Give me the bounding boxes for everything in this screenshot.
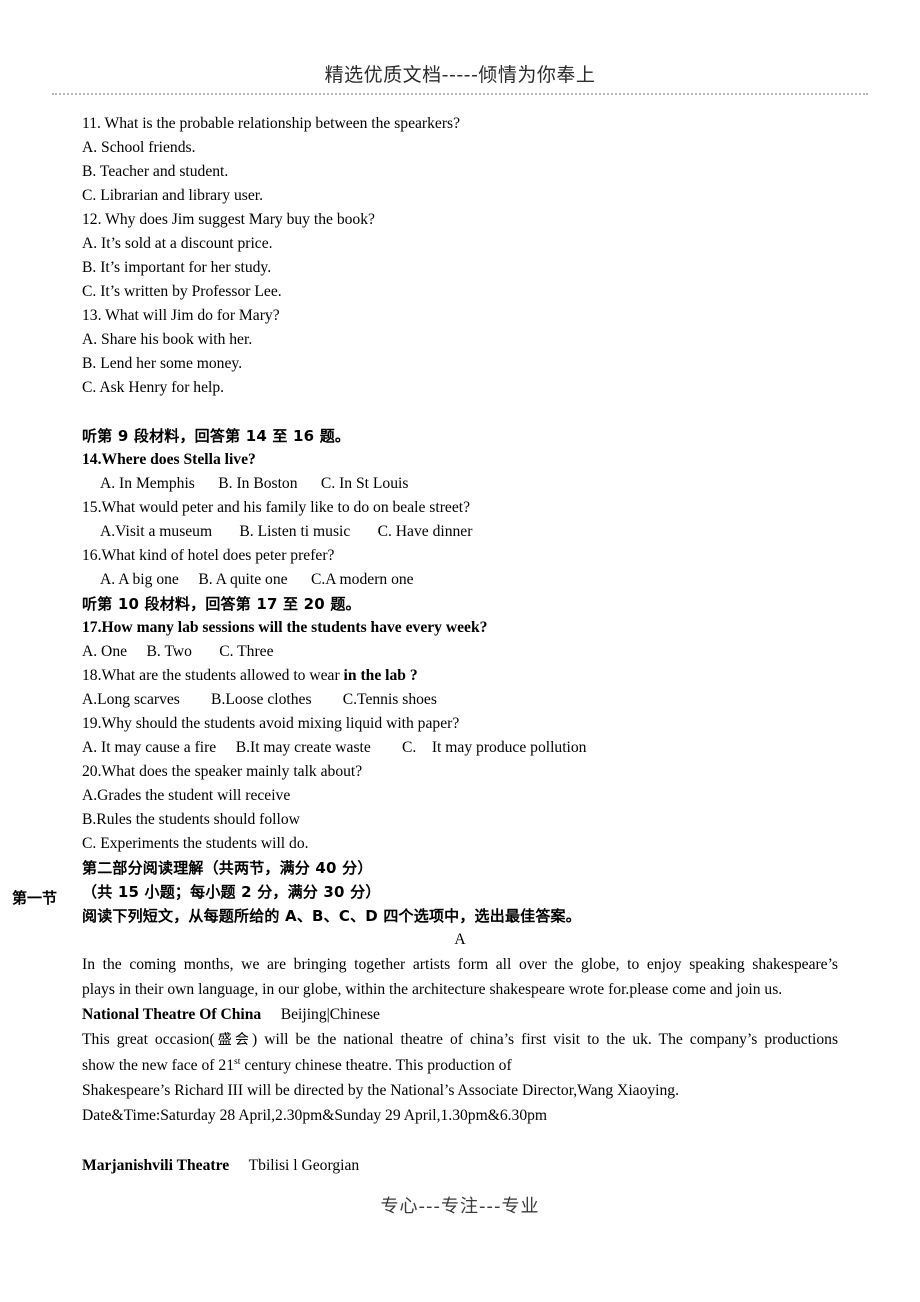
question-14-options: A. In Memphis B. In Boston C. In St Loui…: [100, 475, 409, 492]
theatre-1-description-line-2: show the new face of 21st century chines…: [82, 1053, 838, 1078]
question-11-option-c: C. Librarian and library user.: [82, 187, 264, 204]
question-14-stem: 14.Where does Stella live?: [82, 451, 256, 468]
question-20-option-b: B.Rules the students should follow: [82, 811, 300, 828]
page-footer: 专心---专注---专业: [380, 1196, 540, 1217]
theatre-1-description-line-3: Shakespeare’s Richard III will be direct…: [82, 1082, 679, 1099]
question-19-stem: 19.Why should the students avoid mixing …: [82, 715, 460, 732]
question-15-options: A.Visit a museum B. Listen ti music C. H…: [100, 523, 473, 540]
question-16-options: A. A big one B. A quite one C.A modern o…: [100, 571, 414, 588]
question-16-stem: 16.What kind of hotel does peter prefer?: [82, 547, 335, 564]
desc-1-suffix: ) will be the national theatre of china’…: [252, 1031, 839, 1048]
page-header: 精选优质文档-----倾情为你奉上: [52, 62, 868, 95]
question-12-option-c: C. It’s written by Professor Lee.: [82, 283, 282, 300]
listening-section-9-heading: 听第 9 段材料，回答第 14 至 16 题。: [82, 427, 351, 445]
section-one-gutter-label: 第一节: [12, 889, 58, 907]
theatre-entry-1-heading: National Theatre Of China Beijing|Chines…: [82, 1002, 838, 1027]
question-13-stem: 13. What will Jim do for Mary?: [82, 307, 280, 324]
passage-a-line-2: plays in their own language, in our glob…: [82, 981, 783, 998]
question-18-stem-emphasis: in the lab ?: [343, 667, 418, 684]
desc-2-suffix: century chinese theatre. This production…: [240, 1057, 512, 1074]
question-18-stem: 18.What are the students allowed to wear…: [82, 664, 838, 688]
question-12-stem: 12. Why does Jim suggest Mary buy the bo…: [82, 211, 375, 228]
question-12-option-a: A. It’s sold at a discount price.: [82, 235, 273, 252]
theatre-2-location: Tbilisi l Georgian: [248, 1157, 360, 1174]
desc-2-prefix: show the new face of 21: [82, 1057, 234, 1074]
passage-blank-line: [82, 1128, 838, 1153]
question-17-options: A. One B. Two C. Three: [82, 643, 274, 660]
question-17-stem: 17.How many lab sessions will the studen…: [82, 619, 488, 636]
question-13-option-a: A. Share his book with her.: [82, 331, 253, 348]
question-11-option-b: B. Teacher and student.: [82, 163, 229, 180]
question-11-stem: 11. What is the probable relationship be…: [82, 115, 461, 132]
question-19-options: A. It may cause a fire B.It may create w…: [82, 739, 587, 756]
document-body: 11. What is the probable relationship be…: [82, 112, 838, 1178]
passage-a-label: A: [454, 931, 466, 948]
reading-section-heading: （共 15 小题；每小题 2 分，满分 30 分）: [82, 883, 381, 901]
question-18-stem-plain: 18.What are the students allowed to wear: [82, 667, 344, 684]
question-20-option-a: A.Grades the student will receive: [82, 787, 291, 804]
listening-section-10-heading: 听第 10 段材料，回答第 17 至 20 题。: [82, 595, 361, 613]
theatre-1-datetime: Date&Time:Saturday 28 April,2.30pm&Sunda…: [82, 1107, 548, 1124]
theatre-1-name: National Theatre Of China: [82, 1006, 262, 1023]
reading-instruction: 阅读下列短文，从每题所给的 A、B、C、D 四个选项中，选出最佳答案。: [82, 907, 581, 925]
question-15-stem: 15.What would peter and his family like …: [82, 499, 470, 516]
theatre-entry-2-heading: Marjanishvili Theatre Tbilisi l Georgian: [82, 1153, 838, 1178]
question-12-option-b: B. It’s important for her study.: [82, 259, 272, 276]
question-18-options: A.Long scarves B.Loose clothes C.Tennis …: [82, 691, 437, 708]
document-page: 精选优质文档-----倾情为你奉上 第一节 11. What is the pr…: [0, 0, 920, 1302]
question-13-option-c: C. Ask Henry for help.: [82, 379, 225, 396]
question-20-stem: 20.What does the speaker mainly talk abo…: [82, 763, 363, 780]
question-20-option-c: C. Experiments the students will do.: [82, 835, 309, 852]
reading-part-heading: 第二部分阅读理解（共两节，满分 40 分）: [82, 859, 373, 877]
desc-1-gloss: 盛会: [214, 1032, 253, 1048]
theatre-1-spacer: [261, 1006, 281, 1023]
question-13-option-b: B. Lend her some money.: [82, 355, 243, 372]
theatre-1-description-line-1: This great occasion(盛会) will be the nati…: [82, 1027, 838, 1053]
theatre-2-spacer: [229, 1157, 249, 1174]
question-11-option-a: A. School friends.: [82, 139, 196, 156]
theatre-1-location: Beijing|Chinese: [280, 1006, 380, 1023]
header-divider: [52, 93, 868, 95]
header-watermark-title: 精选优质文档-----倾情为你奉上: [324, 64, 596, 86]
theatre-2-name: Marjanishvili Theatre: [82, 1157, 230, 1174]
desc-1-prefix: This great occasion(: [82, 1031, 215, 1048]
passage-a-line-1: In the coming months, we are bringing to…: [82, 956, 838, 973]
